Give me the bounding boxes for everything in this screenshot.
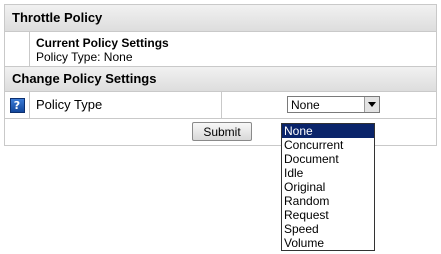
- panel-title: Throttle Policy: [5, 5, 436, 32]
- chevron-down-icon: [368, 102, 376, 107]
- dropdown-option[interactable]: Idle: [282, 166, 374, 180]
- dropdown-option[interactable]: Volume: [282, 236, 374, 250]
- change-settings-heading: Change Policy Settings: [5, 67, 436, 92]
- current-settings-row: Current Policy Settings Policy Type: Non…: [5, 32, 436, 67]
- policy-type-selected-value: None: [291, 98, 320, 112]
- current-settings-info: Current Policy Settings Policy Type: Non…: [30, 32, 169, 66]
- help-icon-cell: ?: [5, 92, 30, 118]
- policy-type-row: ? Policy Type None: [5, 92, 436, 119]
- policy-type-select[interactable]: None: [287, 96, 380, 113]
- dropdown-option[interactable]: None: [282, 124, 374, 138]
- dropdown-arrow-button[interactable]: [364, 97, 379, 112]
- dropdown-option[interactable]: Request: [282, 208, 374, 222]
- policy-type-dropdown-list: None Concurrent Document Idle Original Random…: [281, 123, 375, 251]
- current-policy-type: Policy Type: None: [36, 50, 133, 64]
- dropdown-option[interactable]: Concurrent: [282, 138, 374, 152]
- current-settings-spacer: [5, 32, 30, 66]
- dropdown-option[interactable]: Speed: [282, 222, 374, 236]
- policy-type-label: Policy Type: [30, 92, 222, 118]
- dropdown-option[interactable]: Random: [282, 194, 374, 208]
- dropdown-option[interactable]: Original: [282, 180, 374, 194]
- dropdown-option[interactable]: Document: [282, 152, 374, 166]
- help-icon[interactable]: ?: [9, 97, 25, 113]
- submit-button[interactable]: Submit: [192, 122, 252, 141]
- policy-type-select-cell: None: [222, 92, 436, 118]
- current-settings-heading: Current Policy Settings: [36, 36, 169, 50]
